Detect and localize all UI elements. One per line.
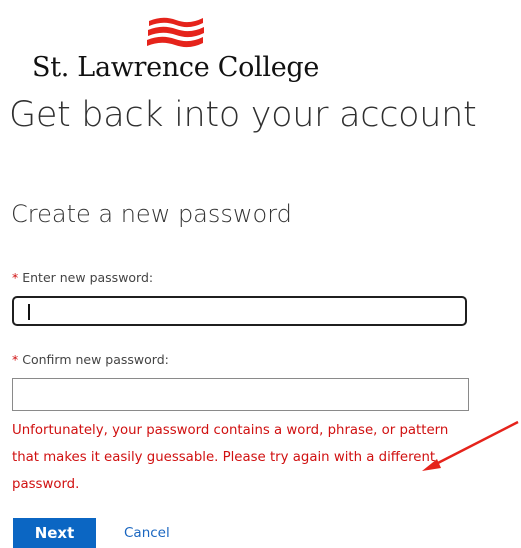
new-password-label: * Enter new password: (12, 270, 153, 285)
red-arrow-icon (422, 420, 519, 471)
required-marker: * (12, 270, 19, 285)
cancel-link[interactable]: Cancel (124, 525, 170, 541)
confirm-password-label: * Confirm new password: (12, 352, 169, 367)
password-error-message: Unfortunately, your password contains a … (12, 423, 449, 492)
page-title: Get back into your account (9, 95, 477, 135)
confirm-password-label-text: Confirm new password: (22, 352, 169, 367)
confirm-password-input[interactable] (12, 378, 469, 411)
section-title: Create a new password (11, 200, 292, 228)
text-caret (28, 304, 30, 320)
new-password-label-text: Enter new password: (22, 270, 154, 285)
required-marker: * (12, 352, 19, 367)
red-waves-logo-icon (147, 17, 204, 48)
college-logo: St. Lawrence College (32, 10, 342, 90)
new-password-input[interactable] (12, 296, 467, 326)
college-name: St. Lawrence College (32, 52, 320, 83)
next-button[interactable]: Next (13, 518, 96, 548)
